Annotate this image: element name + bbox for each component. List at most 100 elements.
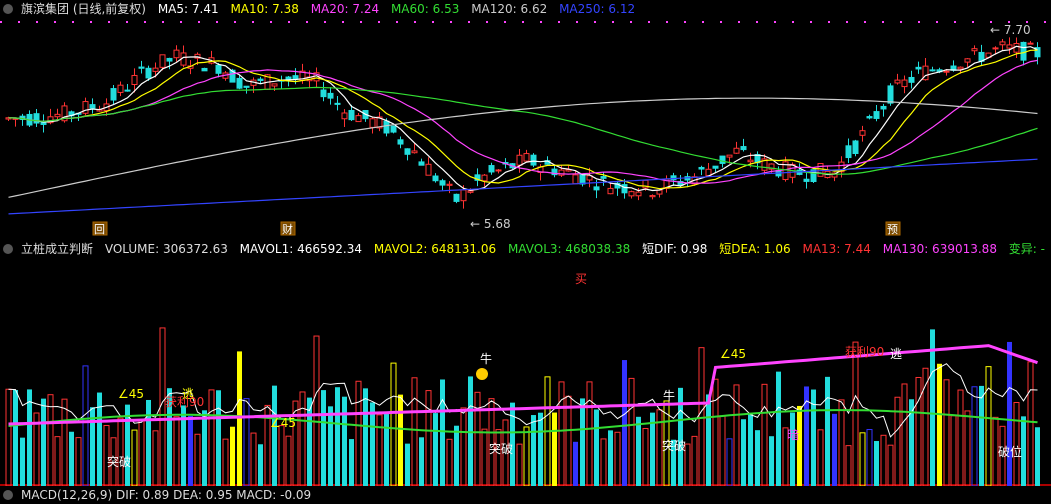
- volume-bar: [355, 380, 362, 486]
- volume-bar: [285, 435, 292, 486]
- volume-bar: [250, 432, 257, 486]
- candle-body: [271, 83, 278, 87]
- volume-bar: [712, 378, 719, 486]
- volume-bar: [131, 429, 138, 486]
- candle-body: [600, 176, 607, 179]
- candle-body: [929, 69, 936, 72]
- candle-body: [1027, 42, 1034, 45]
- indicator-volume: VOLUME: 306372.63: [104, 242, 228, 256]
- volume-bar: [880, 434, 887, 486]
- candle-body: [54, 113, 61, 118]
- volume-bar: [61, 398, 68, 486]
- indicator-ma250: MA250: 6.12: [559, 2, 636, 16]
- candle-body: [404, 148, 411, 155]
- candle-body: [712, 165, 719, 169]
- candle-body: [607, 187, 614, 195]
- candle-body: [488, 165, 495, 173]
- volume-bar: [54, 436, 61, 486]
- candle-body: [999, 41, 1006, 46]
- volume-bar: [237, 351, 242, 486]
- stock-title: 旗滨集团 (日线,前复权): [21, 2, 146, 16]
- candle-body: [369, 118, 376, 128]
- volume-bar: [915, 376, 922, 486]
- volume-bar: [523, 426, 530, 486]
- candle-body: [425, 163, 432, 176]
- breakthrough-label: 突破: [489, 441, 513, 456]
- volume-bar: [27, 389, 32, 486]
- angle45-label: ∠45: [118, 387, 144, 401]
- panel-menu-icon[interactable]: [3, 4, 13, 14]
- volume-bar: [832, 413, 837, 486]
- volume-bar: [495, 429, 502, 486]
- volume-chart[interactable]: 买突破突破 突破逃逃牛牛∠45∠45∠45获利90获利90破位暗: [0, 258, 1051, 486]
- candle-body: [992, 47, 999, 50]
- volume-bar: [979, 385, 984, 486]
- candle-body: [467, 190, 474, 193]
- candle-body: [89, 104, 96, 109]
- candle-body: [971, 48, 978, 52]
- candle-body: [285, 76, 292, 80]
- volume-bar: [117, 417, 124, 486]
- volume-bar: [874, 441, 879, 486]
- volume-bar: [636, 416, 641, 486]
- volume-bar: [222, 438, 229, 486]
- candle-body: [432, 175, 439, 182]
- volume-bar: [425, 390, 432, 486]
- volume-bar: [614, 431, 621, 486]
- candle-body: [327, 92, 334, 99]
- candle-body: [530, 154, 537, 166]
- candle-body: [845, 145, 852, 159]
- candle-body: [159, 54, 166, 68]
- candle-body: [593, 186, 600, 191]
- candle-body: [817, 163, 824, 177]
- volume-bar: [971, 386, 978, 486]
- panel-menu-icon[interactable]: [3, 490, 13, 500]
- volume-bar: [440, 379, 445, 486]
- volume-bar: [474, 391, 481, 486]
- candle-body: [390, 125, 397, 133]
- candle-body: [145, 67, 152, 79]
- volume-bar: [384, 411, 389, 486]
- volume-bar: [278, 425, 285, 486]
- volume-bar: [188, 415, 193, 486]
- indicator-ma60: MA60: 6.53: [390, 2, 460, 16]
- volume-bar: [299, 391, 306, 486]
- volume-bar: [208, 389, 215, 486]
- volume-bar: [1007, 341, 1012, 486]
- volume-bar: [146, 399, 151, 486]
- volume-bar: [516, 443, 523, 486]
- volume-bar: [47, 394, 54, 486]
- candle-body: [453, 193, 460, 202]
- volume-bar: [797, 405, 802, 486]
- indicator-ma13: MA13: 7.44: [802, 242, 871, 256]
- dark-label: 暗: [787, 427, 799, 442]
- indicator-ma120: MA120: 6.62: [471, 2, 548, 16]
- angle45-label: ∠45: [720, 347, 746, 361]
- candle-body: [894, 79, 901, 84]
- volume-bar: [460, 407, 467, 486]
- candle-body: [236, 77, 243, 89]
- candle-body: [411, 150, 418, 154]
- candle-body: [341, 112, 348, 120]
- volume-bar: [825, 376, 830, 486]
- candle-body: [397, 139, 404, 145]
- indicator-short-dif: 短DIF: 0.98: [642, 242, 708, 256]
- candle-body: [523, 153, 530, 162]
- candle-body: [418, 161, 425, 166]
- volume-bar: [481, 428, 488, 486]
- breakthrough-label: 突破: [662, 438, 686, 453]
- profit90-label: 获利90: [165, 395, 204, 409]
- volume-bar: [769, 436, 774, 486]
- candle-body: [131, 74, 138, 85]
- candle-body: [628, 191, 635, 197]
- volume-bar: [845, 445, 852, 486]
- panel-menu-icon[interactable]: [3, 244, 13, 254]
- marker-label: 预: [887, 223, 898, 236]
- candle-body: [572, 174, 579, 185]
- volume-bar: [964, 410, 971, 486]
- volume-bar: [558, 381, 565, 486]
- volume-bar: [733, 384, 740, 486]
- marker-label: 财: [282, 222, 293, 236]
- candlestick-chart[interactable]: ← 7.70 ← 5.68 回 财 预: [0, 18, 1051, 240]
- candle-body: [460, 189, 467, 202]
